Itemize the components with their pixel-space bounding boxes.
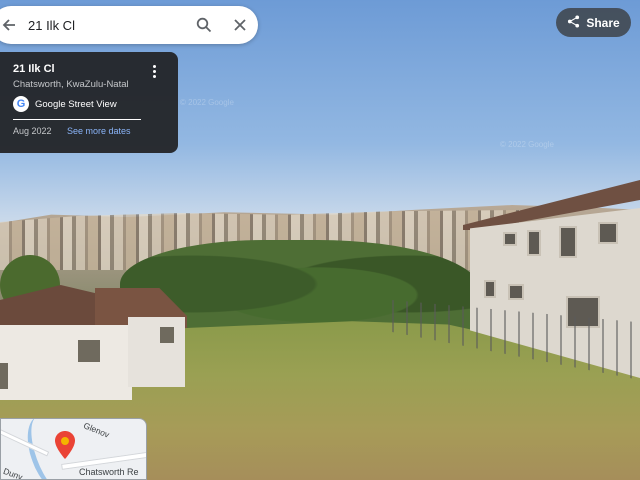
- google-logo-icon: G: [13, 96, 29, 112]
- location-info-card: 21 Ilk Cl Chatsworth, KwaZulu-Natal G Go…: [0, 52, 178, 153]
- source-label: Google Street View: [35, 98, 117, 110]
- capture-date: Aug 2022: [13, 126, 52, 136]
- map-label: Dunv: [1, 465, 24, 480]
- building-window: [559, 226, 577, 258]
- share-button[interactable]: Share: [556, 8, 631, 37]
- search-bar[interactable]: 21 Ilk Cl: [0, 6, 258, 44]
- building-window: [484, 280, 496, 298]
- back-arrow-icon[interactable]: [0, 6, 22, 44]
- building-window: [508, 284, 524, 300]
- watermark: © 2022 Google: [500, 140, 554, 149]
- watermark: © 2022 Google: [180, 98, 234, 107]
- divider: [13, 119, 141, 120]
- map-label: Glenov: [82, 420, 111, 440]
- map-pin-icon: [55, 431, 75, 459]
- share-icon: [567, 14, 580, 31]
- mini-map[interactable]: Glenov Chatsworth Re Dunv: [0, 418, 147, 480]
- close-icon[interactable]: [222, 6, 258, 44]
- search-input[interactable]: 21 Ilk Cl: [28, 18, 186, 33]
- location-title: 21 Ilk Cl: [13, 63, 55, 75]
- location-subtitle: Chatsworth, KwaZulu-Natal: [13, 79, 129, 90]
- map-label: Chatsworth Re: [79, 467, 139, 477]
- search-icon[interactable]: [186, 6, 222, 44]
- source-attribution: G Google Street View: [13, 96, 117, 112]
- see-more-dates-link[interactable]: See more dates: [67, 126, 131, 136]
- building-window: [598, 222, 618, 244]
- building-window: [527, 230, 541, 256]
- building-window: [503, 232, 517, 246]
- share-label: Share: [586, 15, 620, 30]
- left-house: [0, 285, 190, 400]
- more-vert-icon[interactable]: [146, 62, 162, 80]
